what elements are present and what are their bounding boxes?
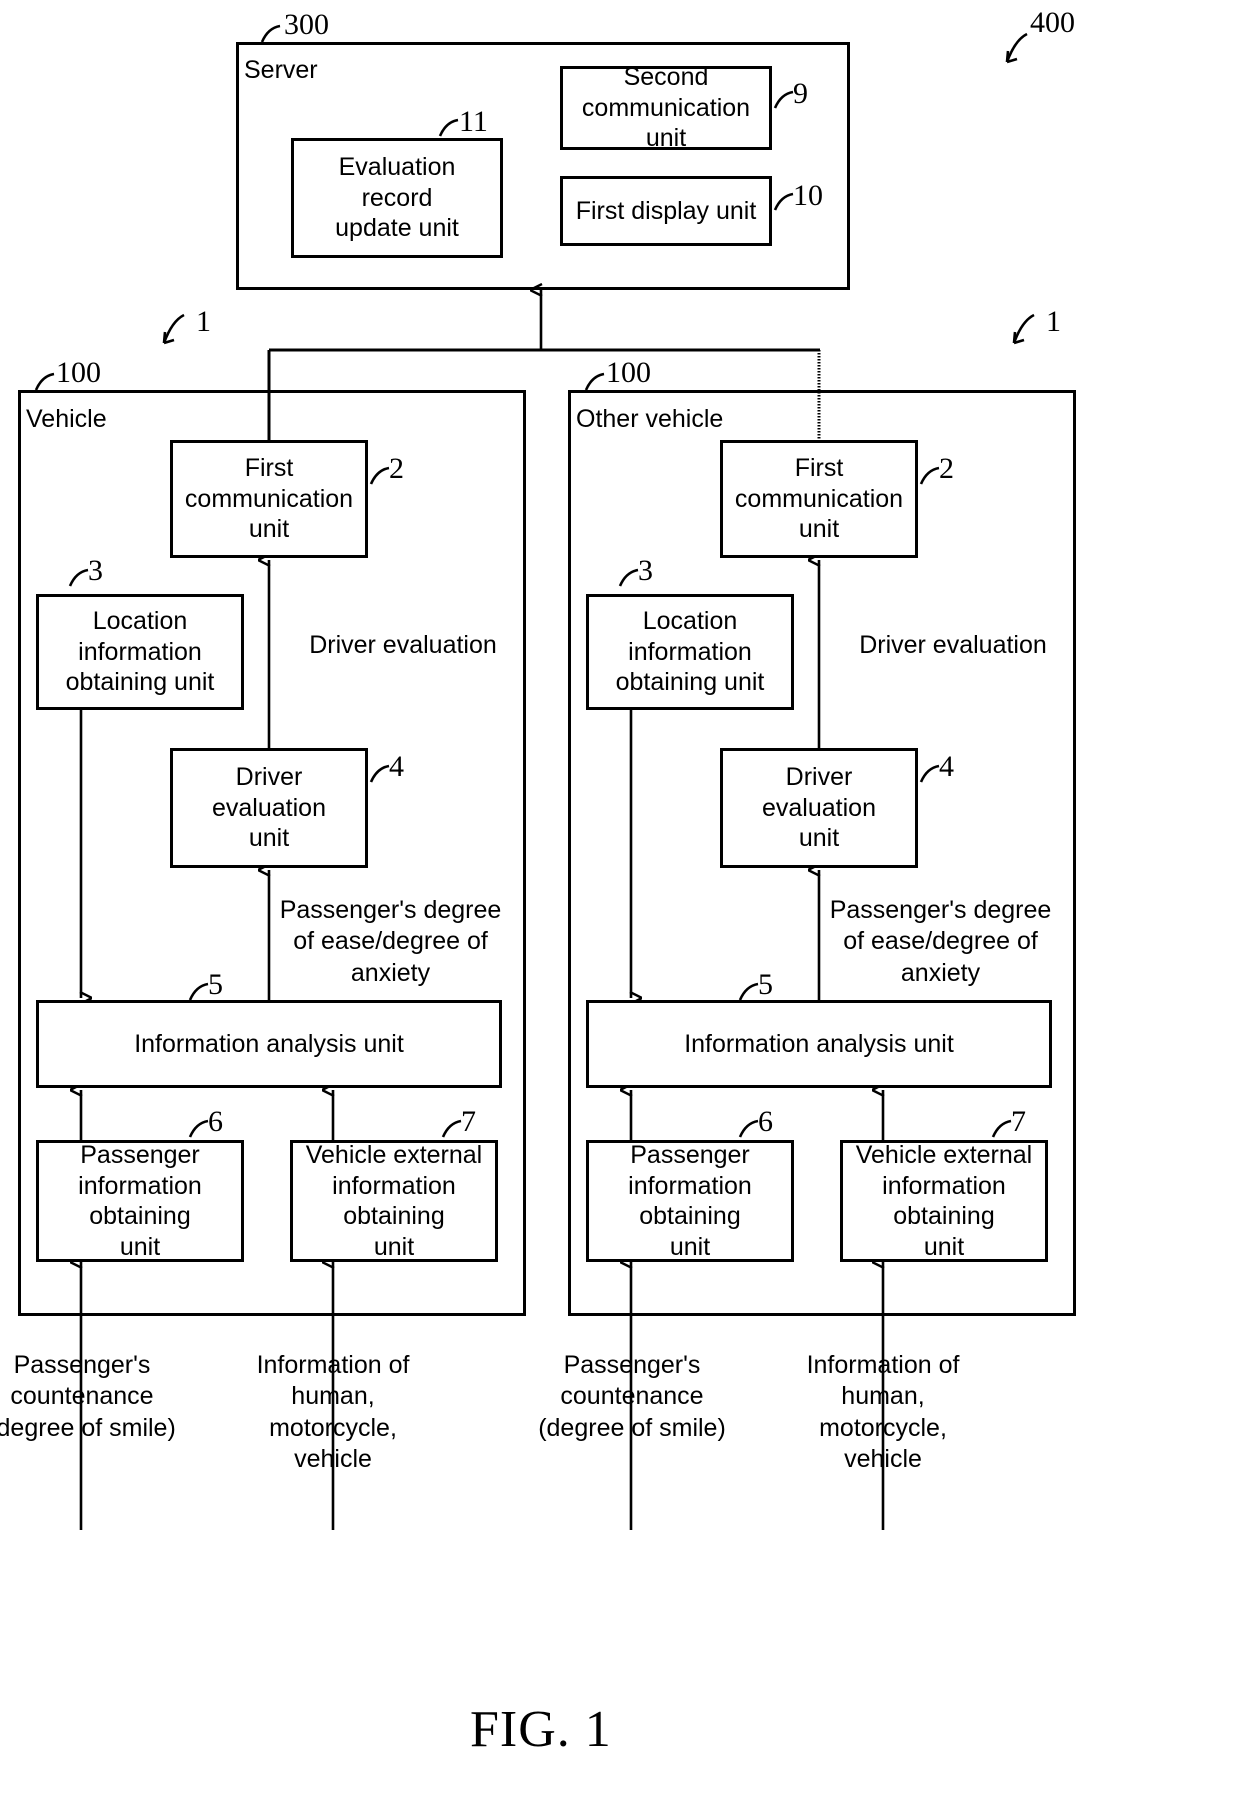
location-information-obtaining-unit-right: Location information obtaining unit [586,594,794,710]
passenger-information-obtaining-unit-label-left: Passenger information obtaining unit [78,1141,202,1261]
input-label-external-information-right: Information of human, motorcycle, vehicl… [806,1351,960,1473]
input-label-external-information-left: Information of human, motorcycle, vehicl… [256,1351,410,1473]
driver-evaluation-unit-label-right: Driver evaluation unit [762,763,876,853]
ref-5-right: 5 [758,968,773,1001]
passenger-information-obtaining-unit-right: Passenger information obtaining unit [586,1140,794,1262]
patent-figure: Server 300 400 Evaluation record update … [0,0,1240,1795]
ref-4-right: 4 [939,750,954,783]
vehicle-label-left: Vehicle [26,405,107,433]
vehicle-external-information-obtaining-unit-label-right: Vehicle external information obtaining u… [855,1141,1033,1261]
location-information-obtaining-unit-label-left: Location information obtaining unit [65,607,215,697]
ref-6-right: 6 [758,1105,773,1138]
ref-2-left: 2 [389,452,404,485]
first-display-unit-label: First display unit [575,196,757,225]
evaluation-record-update-unit-label: Evaluation record update unit [335,153,459,243]
vehicle-ref-100-left: 100 [56,356,101,389]
passenger-information-obtaining-unit-left: Passenger information obtaining unit [36,1140,244,1262]
ref-9: 9 [793,77,808,110]
figure-caption: FIG. 1 [470,1701,612,1758]
driver-evaluation-unit-right: Driver evaluation unit [720,748,918,868]
information-analysis-unit-left: Information analysis unit [36,1000,502,1088]
vehicle-label-right: Other vehicle [576,405,724,433]
ref-5-left: 5 [208,968,223,1001]
ref-3-right: 3 [638,554,653,587]
input-label-passenger-countenance-right: Passenger's countenance (degree of smile… [538,1351,726,1442]
input-label-passenger-countenance-left: Passenger's countenance (degree of smile… [0,1351,176,1442]
first-communication-unit-left: First communication unit [170,440,368,558]
information-analysis-unit-label-left: Information analysis unit [134,1029,404,1058]
location-information-obtaining-unit-left: Location information obtaining unit [36,594,244,710]
passenger-information-obtaining-unit-label-right: Passenger information obtaining unit [628,1141,752,1261]
system-ref-1-right: 1 [1046,305,1061,338]
vehicle-external-information-obtaining-unit-right: Vehicle external information obtaining u… [840,1140,1048,1262]
ref-10: 10 [793,179,823,212]
ref-6-left: 6 [208,1105,223,1138]
second-communication-unit-label: Second communication unit [581,63,751,153]
flow-label-driver-evaluation-right: Driver evaluation [859,631,1047,659]
ref-7-left: 7 [461,1105,476,1138]
flow-label-driver-evaluation-left: Driver evaluation [309,631,497,659]
information-analysis-unit-right: Information analysis unit [586,1000,1052,1088]
first-communication-unit-label-right: First communication unit [734,454,904,544]
ref-4-left: 4 [389,750,404,783]
flow-label-passenger-degree-right: Passenger's degree of ease/degree of anx… [829,896,1052,987]
driver-evaluation-unit-label-left: Driver evaluation unit [212,763,326,853]
system-ref-400: 400 [1030,6,1075,39]
driver-evaluation-unit-left: Driver evaluation unit [170,748,368,868]
ref-7-right: 7 [1011,1105,1026,1138]
system-ref-1-left: 1 [196,305,211,338]
information-analysis-unit-label-right: Information analysis unit [684,1029,954,1058]
first-communication-unit-right: First communication unit [720,440,918,558]
server-ref-300: 300 [284,8,329,41]
location-information-obtaining-unit-label-right: Location information obtaining unit [615,607,765,697]
ref-11: 11 [459,105,488,138]
first-display-unit: First display unit [560,176,772,246]
vehicle-external-information-obtaining-unit-label-left: Vehicle external information obtaining u… [305,1141,483,1261]
ref-3-left: 3 [88,554,103,587]
server-label: Server [244,56,318,84]
flow-label-passenger-degree-left: Passenger's degree of ease/degree of anx… [279,896,502,987]
second-communication-unit: Second communication unit [560,63,772,152]
evaluation-record-update-unit: Evaluation record update unit [291,138,503,258]
first-communication-unit-label-left: First communication unit [184,454,354,544]
vehicle-external-information-obtaining-unit-left: Vehicle external information obtaining u… [290,1140,498,1262]
ref-2-right: 2 [939,452,954,485]
vehicle-ref-100-right: 100 [606,356,651,389]
